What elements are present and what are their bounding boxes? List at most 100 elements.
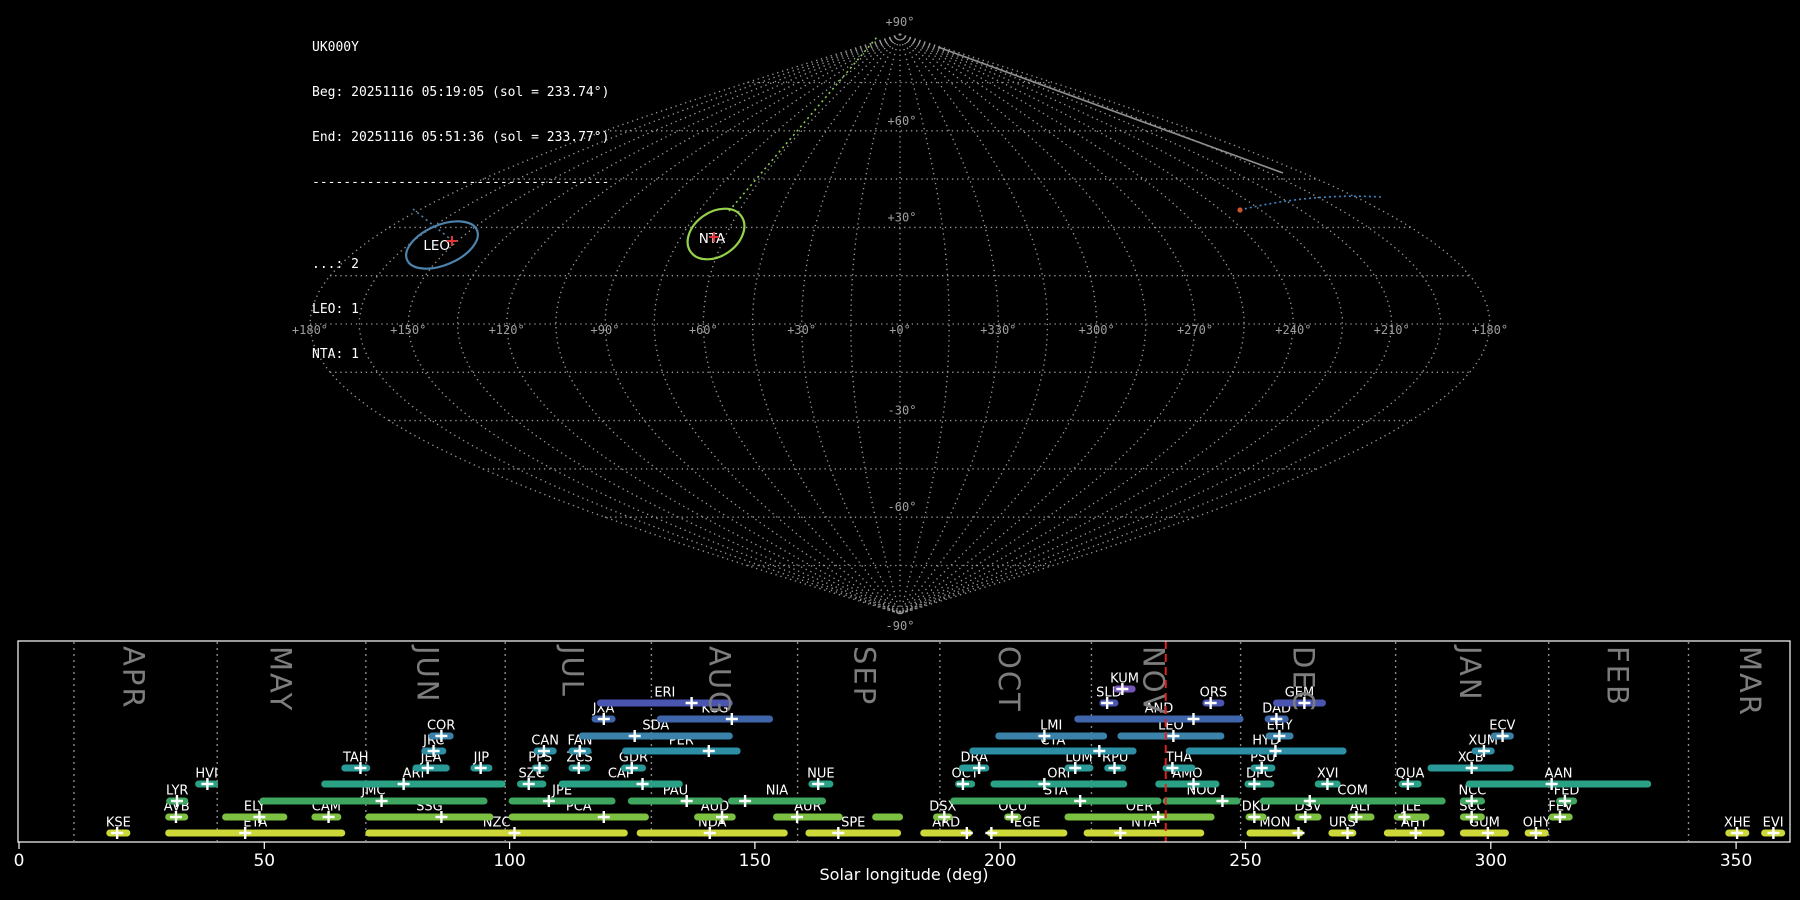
shower-label-ERI: ERI xyxy=(654,686,675,701)
x-tick-label: 150 xyxy=(739,851,771,871)
month-label-JAN: JAN xyxy=(1453,644,1487,702)
map-lon-label: +0° xyxy=(889,323,911,337)
x-tick-label: 0 xyxy=(14,851,25,871)
shower-peak-marker-CAP xyxy=(637,778,649,790)
separator-line: -------------------------------------- xyxy=(312,175,609,190)
shower-bar-CTA xyxy=(969,748,1136,755)
map-lat-label: -30° xyxy=(888,404,917,418)
session-begin: Beg: 20251116 05:19:05 (sol = 233.74°) xyxy=(312,85,609,100)
shower-bar-PAU xyxy=(628,798,723,805)
shower-bar-JMC xyxy=(259,798,487,805)
map-lat-label: +60° xyxy=(888,114,917,128)
map-lon-label: +210° xyxy=(1374,323,1410,337)
station-id: UK000Y xyxy=(312,40,609,55)
shower-label-KUM: KUM xyxy=(1110,672,1139,687)
shower-bar-NOO xyxy=(1163,798,1241,805)
x-tick-label: 200 xyxy=(984,851,1016,871)
shower-bar-NTA xyxy=(1084,830,1205,837)
shower-peak-marker-PCA xyxy=(598,811,610,823)
shower-bar-ARI xyxy=(321,781,505,788)
activity-timeline: KSEETANZCNDASPEARDEGENTAMONURSAHYGUMOHYX… xyxy=(14,641,1790,884)
shower-peak-marker-PER xyxy=(703,745,715,757)
x-tick-label: 50 xyxy=(253,851,275,871)
map-lon-label: +180° xyxy=(1472,323,1508,337)
shower-bar-SSG xyxy=(365,814,493,821)
month-label-APR: APR xyxy=(116,646,150,709)
month-label-OCT: OCT xyxy=(992,646,1026,713)
shower-bar-SDA xyxy=(579,733,733,740)
shower-bar-AUD xyxy=(694,814,736,821)
shower-peak-marker-SDA xyxy=(629,730,641,742)
shower-bar-JPE xyxy=(509,798,616,805)
shower-peak-marker-EGE xyxy=(985,827,997,839)
count-nta: NTA: 1 xyxy=(312,347,609,362)
shower-bar-LMI xyxy=(995,733,1107,740)
shower-bar-OER xyxy=(1064,814,1214,821)
map-lon-label: +330° xyxy=(980,323,1016,337)
shower-bar-CAP xyxy=(559,781,683,788)
shower-peak-marker-STA xyxy=(1074,795,1086,807)
month-label-MAY: MAY xyxy=(263,646,297,712)
shower-label-CAN: CAN xyxy=(531,734,559,749)
shower-bar-COM xyxy=(1260,798,1446,805)
shower-bar-AAN xyxy=(1466,781,1651,788)
x-tick-label: 250 xyxy=(1229,851,1261,871)
month-label-JUN: JUN xyxy=(411,644,445,703)
shower-label-NUE: NUE xyxy=(807,767,834,782)
shower-bar-ORI xyxy=(990,781,1127,788)
map-lat-label: -60° xyxy=(888,500,917,514)
month-label-JUL: JUL xyxy=(555,644,589,698)
shower-peak-marker-ARD xyxy=(961,827,973,839)
shower-bar-EGE xyxy=(987,830,1067,837)
shower-peak-marker-NIA xyxy=(739,795,751,807)
shower-bar-SPE xyxy=(805,830,901,837)
month-label-SEP: SEP xyxy=(847,646,881,706)
month-label-MAR: MAR xyxy=(1733,646,1767,717)
x-axis-title: Solar longitude (deg) xyxy=(820,865,989,884)
shower-peak-marker-ERI xyxy=(686,697,698,709)
map-lon-label: +300° xyxy=(1079,323,1115,337)
shower-bar-KCG xyxy=(657,716,773,723)
shower-peak-marker-NOO xyxy=(1216,795,1228,807)
shower-bar-PCA xyxy=(509,814,649,821)
map-lon-label: +270° xyxy=(1177,323,1213,337)
shower-bar-NZC xyxy=(365,830,627,837)
shower-label-AAN: AAN xyxy=(1545,767,1573,782)
count-sporadic: ...: 2 xyxy=(312,257,609,272)
radiant-map-and-activity-chart: +180°+150°+120°+90°+60°+30°+0°+330°+300°… xyxy=(0,0,1800,900)
meteor-counts: ...: 2 LEO: 1 NTA: 1 xyxy=(312,227,609,392)
shower-bar-DSX xyxy=(872,814,903,821)
shower-bar-PER xyxy=(622,748,741,755)
station-info: UK000Y Beg: 20251116 05:19:05 (sol = 233… xyxy=(312,10,609,422)
shower-label-SPE: SPE xyxy=(841,816,865,831)
map-lon-label: +30° xyxy=(787,323,816,337)
shower-label-NIA: NIA xyxy=(766,784,789,799)
map-lat-label: -90° xyxy=(886,619,915,633)
map-lat-label: +30° xyxy=(888,210,917,224)
month-label-FEB: FEB xyxy=(1600,646,1634,707)
shower-bar-ETA xyxy=(165,830,345,837)
month-label-DEC: DEC xyxy=(1286,646,1320,713)
session-end: End: 20251116 05:51:36 (sol = 233.77°) xyxy=(312,130,609,145)
shower-peak-marker-MON xyxy=(1292,827,1304,839)
x-tick-label: 100 xyxy=(493,851,525,871)
shower-bar-STA xyxy=(950,798,1161,805)
x-tick-label: 300 xyxy=(1475,851,1507,871)
meteor-trail xyxy=(938,47,1283,173)
map-lon-label: +240° xyxy=(1275,323,1311,337)
radiant-drift-NTA xyxy=(729,37,877,211)
shower-label-KSE: KSE xyxy=(106,816,131,831)
shower-bar-HYD xyxy=(1186,748,1347,755)
shower-peak-marker-AND xyxy=(1187,713,1199,725)
count-leo: LEO: 1 xyxy=(312,302,609,317)
radiant-label-NTA: NTA xyxy=(699,231,726,247)
map-lat-label: +90° xyxy=(886,15,915,29)
shower-label-TAH: TAH xyxy=(342,751,369,766)
shower-label-QUA: QUA xyxy=(1396,767,1425,782)
month-label-AUG: AUG xyxy=(703,646,737,716)
shower-bar-AUR xyxy=(773,814,843,821)
shower-bar-AND xyxy=(1074,716,1243,723)
shower-label-COM: COM xyxy=(1337,784,1368,799)
meteor-arc-endpoint xyxy=(1237,207,1242,212)
x-tick-label: 350 xyxy=(1720,851,1752,871)
